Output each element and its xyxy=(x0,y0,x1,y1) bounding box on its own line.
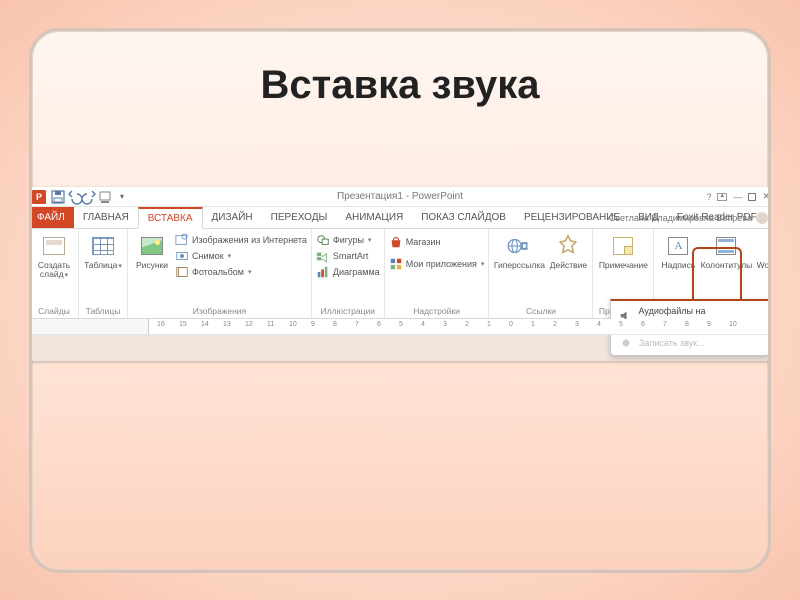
table-icon xyxy=(92,237,114,255)
group-label-tables: Таблицы xyxy=(83,306,123,318)
tab-slideshow[interactable]: ПОКАЗ СЛАЙДОВ xyxy=(412,207,515,228)
ruler-tick: 7 xyxy=(663,321,667,328)
group-tables: Таблица▾ Таблицы xyxy=(79,229,128,318)
ruler-tick: 3 xyxy=(443,321,447,328)
group-label-images: Изображения xyxy=(132,306,307,318)
group-slides: Создать слайд▾ Слайды xyxy=(29,229,79,318)
chart-button[interactable]: Диаграмма xyxy=(316,265,380,279)
ruler-tick: 16 xyxy=(157,321,165,328)
smartart-icon xyxy=(316,249,330,263)
maximize-icon[interactable] xyxy=(748,193,756,201)
ruler-tick: 3 xyxy=(575,321,579,328)
quick-access-toolbar: P ▾ Презентация1 - PowerPoint ? ▴ — ✕ xyxy=(29,187,771,207)
table-button[interactable]: Таблица▾ xyxy=(83,231,123,271)
account-name: Светлана Владимировна Вепрева xyxy=(609,213,752,223)
ruler-tick: 6 xyxy=(641,321,645,328)
chart-icon xyxy=(316,265,330,279)
group-links: Гиперссылка Действие Ссылки xyxy=(489,229,593,318)
group-images: Рисунки Изображения из Интернета Снимок▾ xyxy=(128,229,312,318)
store-button[interactable]: Магазин xyxy=(389,235,485,249)
tab-animation[interactable]: АНИМАЦИЯ xyxy=(336,207,412,228)
new-slide-button[interactable]: Создать слайд▾ xyxy=(34,231,74,280)
group-label-slides: Слайды xyxy=(34,306,74,318)
ruler-tick: 13 xyxy=(223,321,231,328)
photo-album-button[interactable]: Фотоальбом▾ xyxy=(175,265,307,279)
ruler-tick: 8 xyxy=(685,321,689,328)
tab-file[interactable]: ФАЙЛ xyxy=(29,207,74,228)
window-title: Презентация1 - PowerPoint xyxy=(29,191,771,202)
group-label-addins: Надстройки xyxy=(389,306,485,318)
ruler-tick: 2 xyxy=(465,321,469,328)
ruler-tick: 12 xyxy=(245,321,253,328)
record-icon xyxy=(619,336,633,350)
presentation-slide: Вставка звука P ▾ Презентация1 - PowerPo… xyxy=(29,28,771,573)
tab-design[interactable]: ДИЗАЙН xyxy=(203,207,262,228)
ruler-tick: 8 xyxy=(333,321,337,328)
pictures-button[interactable]: Рисунки xyxy=(132,231,172,270)
photo-album-icon xyxy=(175,265,189,279)
group-addins: Магазин Мои приложения▾ Надстройки xyxy=(385,229,490,318)
avatar-icon xyxy=(756,212,768,224)
screenshot-icon xyxy=(175,249,189,263)
store-icon xyxy=(389,235,403,249)
ruler-tick: 15 xyxy=(179,321,187,328)
textbox-button[interactable]: A Надпись xyxy=(658,231,698,270)
wordart-button[interactable]: A WordArt▾ xyxy=(754,231,771,271)
ruler-tick: 14 xyxy=(201,321,209,328)
ruler-tick: 1 xyxy=(531,321,535,328)
ribbon-tabs: ФАЙЛ ГЛАВНАЯ ВСТАВКА ДИЗАЙН ПЕРЕХОДЫ АНИ… xyxy=(29,207,771,229)
action-icon xyxy=(555,233,581,259)
hyperlink-button[interactable]: Гиперссылка xyxy=(493,231,545,270)
ruler-tick: 2 xyxy=(553,321,557,328)
powerpoint-screenshot: P ▾ Презентация1 - PowerPoint ? ▴ — ✕ ФА… xyxy=(29,187,771,361)
close-icon[interactable]: ✕ xyxy=(762,191,770,202)
textbox-icon: A xyxy=(668,237,688,255)
online-pictures-icon xyxy=(175,233,189,247)
ruler-tick: 5 xyxy=(619,321,623,328)
tab-home[interactable]: ГЛАВНАЯ xyxy=(74,207,138,228)
help-icon[interactable]: ? xyxy=(706,192,711,202)
group-illustrations: Фигуры▾ SmartArt Диаграмма Иллюстрации xyxy=(312,229,385,318)
ruler-tick: 6 xyxy=(377,321,381,328)
ruler-tick: 0 xyxy=(509,321,513,328)
ruler-tick: 11 xyxy=(267,321,274,328)
my-apps-icon xyxy=(389,257,403,271)
ruler-tick: 5 xyxy=(399,321,403,328)
shapes-button[interactable]: Фигуры▾ xyxy=(316,233,380,247)
header-footer-button[interactable]: Колонтитулы xyxy=(701,231,751,270)
ribbon-display-options-icon[interactable]: ▴ xyxy=(717,193,727,201)
slide-title: Вставка звука xyxy=(32,63,768,108)
group-label-illustrations: Иллюстрации xyxy=(316,306,380,318)
ruler-tick: 10 xyxy=(729,321,737,328)
tab-insert[interactable]: ВСТАВКА xyxy=(138,207,203,229)
smartart-button[interactable]: SmartArt xyxy=(316,249,380,263)
ruler-tick: 4 xyxy=(597,321,601,328)
ruler-tick: 7 xyxy=(355,321,359,328)
account-info[interactable]: Светлана Владимировна Вепрева xyxy=(609,207,768,228)
ruler-tick: 9 xyxy=(311,321,315,328)
shapes-icon xyxy=(316,233,330,247)
online-pictures-button[interactable]: Изображения из Интернета xyxy=(175,233,307,247)
ruler-tick: 10 xyxy=(289,321,297,328)
ruler-tick: 4 xyxy=(421,321,425,328)
header-footer-icon xyxy=(716,237,736,255)
ruler-track: 16151413121110987654321012345678910 xyxy=(148,319,771,334)
minimize-icon[interactable]: — xyxy=(733,192,742,202)
hyperlink-icon xyxy=(506,233,532,259)
ruler-tick: 9 xyxy=(707,321,711,328)
new-slide-icon xyxy=(43,237,65,255)
tab-transitions[interactable]: ПЕРЕХОДЫ xyxy=(262,207,337,228)
horizontal-ruler: 16151413121110987654321012345678910 xyxy=(29,319,771,335)
action-button[interactable]: Действие xyxy=(548,231,588,270)
group-label-links: Ссылки xyxy=(493,306,588,318)
comment-button[interactable]: Примечание xyxy=(597,231,649,270)
my-apps-button[interactable]: Мои приложения▾ xyxy=(389,257,485,271)
comment-icon xyxy=(613,237,633,255)
screenshot-button[interactable]: Снимок▾ xyxy=(175,249,307,263)
ruler-tick: 1 xyxy=(487,321,491,328)
pictures-icon xyxy=(141,237,163,255)
wordart-icon: A xyxy=(763,237,771,255)
